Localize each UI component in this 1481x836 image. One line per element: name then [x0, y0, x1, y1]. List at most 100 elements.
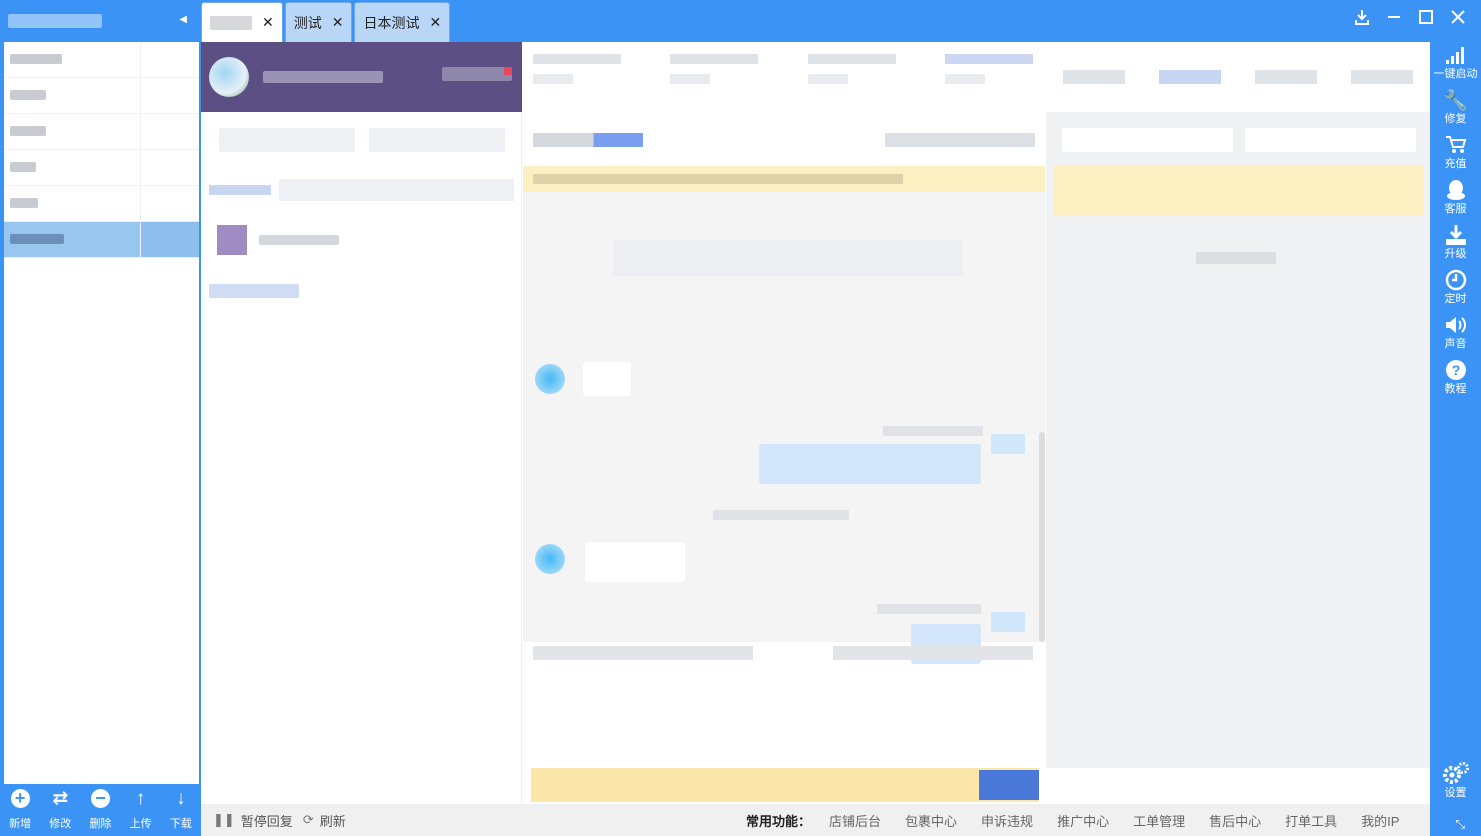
link-print-tool[interactable]: 打单工具	[1285, 811, 1337, 830]
chat-panel	[523, 42, 1045, 804]
refresh-button[interactable]: ⟳ 刷新	[303, 811, 346, 830]
conversation-name	[259, 235, 339, 245]
right-toolbar: 一键启动 🔧 修复 充值 客服 升级 定时 声音 ? 教程 设置 ⤡	[1430, 42, 1481, 836]
tab-active[interactable]: ✕	[201, 2, 283, 42]
tab-close-icon[interactable]: ✕	[429, 14, 441, 31]
speaker-icon	[1444, 312, 1468, 338]
account-row[interactable]	[4, 78, 199, 114]
info-tabs[interactable]	[1046, 42, 1430, 112]
wrench-icon: 🔧	[1443, 89, 1468, 112]
system-message	[613, 240, 963, 276]
sidebar-header	[0, 0, 201, 42]
account-row-selected[interactable]	[4, 222, 199, 258]
penguin-icon	[1445, 177, 1467, 203]
store-card[interactable]	[201, 42, 522, 112]
chat-toolbar[interactable]	[533, 646, 1033, 666]
conversation-filter-tabs[interactable]	[219, 128, 505, 152]
avatar	[991, 434, 1025, 454]
account-toolbar: + 新增 ⇄ 修改 − 删除 ↑ 上传 ↓ 下载	[0, 784, 201, 836]
link-ticket-management[interactable]: 工单管理	[1133, 811, 1185, 830]
link-appeal-violation[interactable]: 申诉违规	[981, 811, 1033, 830]
tab-close-icon[interactable]: ✕	[332, 14, 344, 31]
one-click-start-button[interactable]: 一键启动	[1430, 42, 1481, 87]
collapse-arrow-icon[interactable]: ◀	[179, 14, 187, 25]
conversation-item[interactable]	[217, 222, 507, 258]
message-time	[713, 510, 849, 520]
download-button[interactable]: ↓ 下载	[163, 788, 199, 831]
pause-reply-button[interactable]: ❚❚ 暂停回复	[213, 811, 293, 830]
link-store-backend[interactable]: 店铺后台	[829, 811, 881, 830]
info-empty-text	[1196, 252, 1276, 264]
common-functions-label: 常用功能：	[746, 813, 812, 829]
minimize-icon[interactable]	[1385, 4, 1403, 30]
window-controls	[1353, 4, 1467, 30]
close-icon[interactable]	[1449, 4, 1467, 30]
avatar	[535, 364, 565, 394]
load-more-link[interactable]	[209, 284, 299, 298]
add-account-button[interactable]: + 新增	[2, 788, 38, 831]
repair-button[interactable]: 🔧 修复	[1430, 87, 1481, 132]
account-list	[4, 42, 199, 784]
account-row[interactable]	[4, 186, 199, 222]
upload-button[interactable]: ↑ 上传	[123, 788, 159, 831]
message-bubble	[759, 444, 981, 484]
svg-text:?: ?	[1451, 362, 1460, 378]
chat-partner-name	[533, 133, 643, 147]
tab-japan-test[interactable]: 日本测试 ✕	[354, 2, 451, 42]
conversation-search[interactable]	[209, 178, 514, 202]
tab-label	[210, 15, 252, 30]
help-icon: ?	[1445, 357, 1467, 383]
chat-scrollbar[interactable]	[1039, 432, 1045, 642]
recharge-button[interactable]: 充值	[1430, 132, 1481, 177]
cart-icon	[1445, 132, 1467, 158]
sound-button[interactable]: 声音	[1430, 312, 1481, 357]
timer-button[interactable]: 定时	[1430, 267, 1481, 312]
message-time	[877, 604, 981, 614]
order-summary-strip	[533, 54, 1033, 104]
chat-notice-banner	[523, 166, 1045, 192]
quick-reply-bar[interactable]	[531, 768, 1039, 802]
plus-circle-icon: +	[10, 788, 30, 812]
avatar	[991, 612, 1025, 632]
tab-label: 日本测试	[363, 14, 420, 31]
avatar	[217, 225, 247, 255]
conversation-list-panel	[201, 42, 522, 804]
account-row[interactable]	[4, 114, 199, 150]
status-bar: ❚❚ 暂停回复 ⟳ 刷新 常用功能： 店铺后台 包裹中心 申诉违规 推广中心 工…	[201, 804, 1430, 836]
edit-account-button[interactable]: ⇄ 修改	[42, 788, 78, 831]
maximize-icon[interactable]	[1417, 4, 1435, 30]
settings-button[interactable]: 设置	[1430, 761, 1481, 806]
chat-header	[533, 120, 1035, 160]
swap-icon: ⇄	[52, 788, 69, 809]
delete-account-button[interactable]: − 删除	[82, 788, 118, 831]
clock-icon	[1445, 267, 1467, 293]
account-row[interactable]	[4, 42, 199, 78]
message-time	[883, 426, 983, 436]
account-row[interactable]	[4, 150, 199, 186]
info-notice-banner	[1054, 166, 1424, 216]
pause-icon: ❚❚	[213, 812, 235, 827]
download-icon[interactable]	[1353, 4, 1371, 30]
tab-test[interactable]: 测试 ✕	[284, 2, 353, 42]
link-after-sales-center[interactable]: 售后中心	[1209, 811, 1261, 830]
tutorial-button[interactable]: ? 教程	[1430, 357, 1481, 402]
message-bubble	[583, 362, 631, 396]
chat-messages	[523, 192, 1045, 664]
tab-close-icon[interactable]: ✕	[262, 14, 274, 31]
customer-service-button[interactable]: 客服	[1430, 177, 1481, 222]
resize-grip-icon[interactable]: ⤡	[1455, 817, 1465, 832]
store-name	[263, 71, 383, 83]
link-promotion-center[interactable]: 推广中心	[1057, 811, 1109, 830]
arrow-down-icon: ↓	[176, 788, 186, 809]
chat-header-actions[interactable]	[885, 133, 1035, 147]
link-my-ip[interactable]: 我的IP	[1361, 811, 1399, 830]
minus-circle-icon: −	[90, 788, 110, 812]
send-button[interactable]	[979, 770, 1039, 800]
info-subtabs[interactable]	[1062, 128, 1416, 152]
refresh-icon: ⟳	[302, 812, 314, 827]
info-footer	[1046, 768, 1430, 804]
link-package-center[interactable]: 包裹中心	[905, 811, 957, 830]
message-bubble	[585, 542, 685, 582]
store-avatar	[209, 57, 249, 97]
upgrade-button[interactable]: 升级	[1430, 222, 1481, 267]
